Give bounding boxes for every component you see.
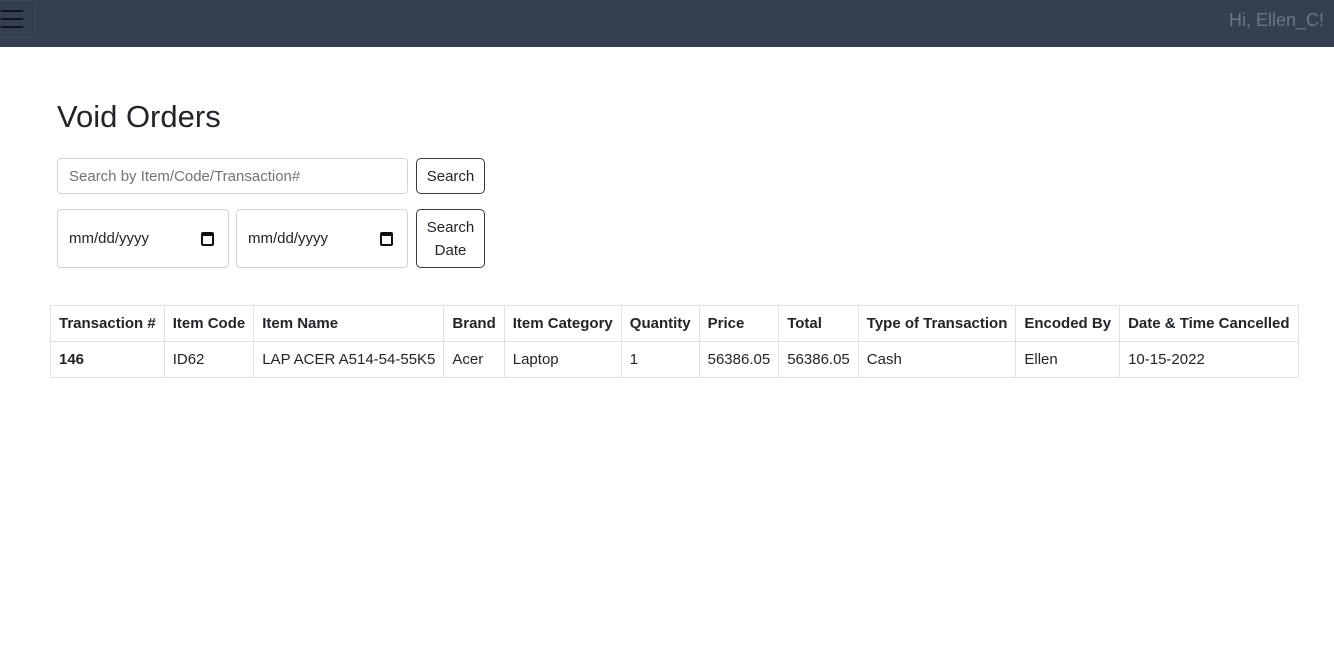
top-navbar: Hi, Ellen_C! <box>0 0 1334 47</box>
void-orders-table: Transaction # Item Code Item Name Brand … <box>50 305 1299 378</box>
start-date-placeholder: mm/dd/yyyy <box>69 230 150 247</box>
end-date-field[interactable]: mm/dd/yyyy <box>236 209 408 268</box>
column-header: Item Category <box>503 305 622 342</box>
column-header: Quantity <box>620 305 700 342</box>
date-cancelled-cell: 10-15-2022 <box>1119 341 1299 378</box>
search-input[interactable] <box>57 158 408 194</box>
item-name-cell: LAP ACER A514-54-55K5 <box>253 341 445 378</box>
hamburger-menu-icon[interactable] <box>0 0 36 38</box>
column-header: Total <box>778 305 859 342</box>
column-header: Type of Transaction <box>857 305 1017 342</box>
total-cell: 56386.05 <box>778 341 859 378</box>
hamburger-line <box>1 26 23 28</box>
table-header-row: Transaction # Item Code Item Name Brand … <box>50 305 1299 342</box>
user-greeting: Hi, Ellen_C! <box>1228 10 1324 30</box>
search-date-label-line1: Search <box>426 218 475 236</box>
encoded-by-cell: Ellen <box>1015 341 1121 378</box>
column-header: Encoded By <box>1015 305 1121 342</box>
page-title: Void Orders <box>57 99 221 134</box>
search-date-button[interactable]: Search Date <box>416 209 485 268</box>
transaction-number-cell: 146 <box>50 341 165 378</box>
quantity-cell: 1 <box>620 341 700 378</box>
column-header: Price <box>698 305 780 342</box>
brand-cell: Acer <box>443 341 505 378</box>
transaction-type-cell: Cash <box>857 341 1017 378</box>
column-header: Brand <box>443 305 505 342</box>
column-header: Date & Time Cancelled <box>1119 305 1299 342</box>
column-header: Item Name <box>253 305 445 342</box>
column-header: Item Code <box>163 305 255 342</box>
search-date-label-line2: Date <box>434 241 467 259</box>
price-cell: 56386.05 <box>698 341 780 378</box>
item-category-cell: Laptop <box>503 341 622 378</box>
hamburger-line <box>1 10 23 12</box>
start-date-field[interactable]: mm/dd/yyyy <box>57 209 229 268</box>
item-code-cell: ID62 <box>163 341 255 378</box>
table-row: 146 ID62 LAP ACER A514-54-55K5 Acer Lapt… <box>50 341 1299 378</box>
search-button[interactable]: Search <box>416 158 485 194</box>
end-date-placeholder: mm/dd/yyyy <box>248 230 329 247</box>
calendar-icon[interactable] <box>201 231 214 246</box>
calendar-icon[interactable] <box>380 231 393 246</box>
column-header: Transaction # <box>50 305 165 342</box>
hamburger-line <box>1 18 23 20</box>
